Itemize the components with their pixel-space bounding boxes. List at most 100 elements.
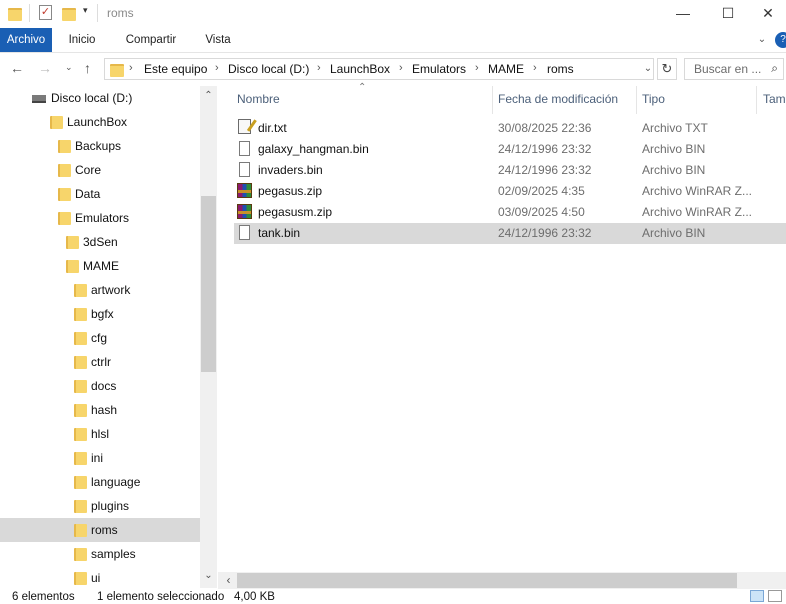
search-input[interactable]: Buscar en ... ⌕ [684,58,784,80]
nav-item-label: ctrlr [91,355,111,369]
file-name: pegasus.zip [258,184,323,198]
maximize-button[interactable]: ☐ [705,3,751,25]
breadcrumb-emulators[interactable]: Emulators [412,62,466,76]
help-icon[interactable]: ? [775,32,786,48]
minimize-button[interactable]: — [660,3,706,25]
breadcrumb-mame[interactable]: MAME [488,62,524,76]
nav-scrollbar-thumb[interactable] [201,196,216,372]
scroll-left-icon[interactable]: ‹ [220,573,237,587]
item-count: 6 elementos [12,591,75,603]
nav-item-samples[interactable]: samples [0,542,200,566]
folder-icon [110,64,124,77]
breadcrumb-roms[interactable]: roms [547,62,574,76]
breadcrumb-disco-local[interactable]: Disco local (D:) [228,62,309,76]
file-type: Archivo BIN [642,226,706,240]
folder-icon [58,164,71,177]
nav-item-bgfx[interactable]: bgfx [0,302,200,326]
nav-item-disco-local-d[interactable]: Disco local (D:) [0,86,200,110]
nav-item-label: plugins [91,499,130,513]
column-header-type[interactable]: Tipo [642,92,665,106]
file-date: 24/12/1996 23:32 [498,226,592,240]
sort-arrow-icon: ⌃ [358,82,367,93]
column-divider[interactable] [756,86,757,114]
folder-icon [58,188,71,201]
nav-item-hlsl[interactable]: hlsl [0,422,200,446]
column-header-date[interactable]: Fecha de modificación [498,92,618,106]
quick-access-dropdown-icon[interactable]: ▾ [83,5,88,16]
file-name: pegasusm.zip [258,205,333,219]
chevron-right-icon[interactable]: › [399,62,403,74]
expand-ribbon-icon[interactable]: ⌄ [754,28,770,52]
file-row[interactable]: invaders.bin 24/12/1996 23:32 Archivo BIN [234,160,786,181]
title-bar: ✓ ▾ roms — ☐ ✕ [0,0,786,28]
search-icon[interactable]: ⌕ [771,61,778,76]
close-button[interactable]: ✕ [750,3,786,25]
column-divider[interactable] [636,86,637,114]
nav-item-label: bgfx [91,307,114,321]
breadcrumb-este-equipo[interactable]: Este equipo [144,62,207,76]
chevron-right-icon[interactable]: › [533,62,537,74]
nav-item-artwork[interactable]: artwork [0,278,200,302]
folder-icon [74,524,87,537]
folder-icon [74,356,87,369]
file-row[interactable]: pegasus.zip 02/09/2025 4:35 Archivo WinRAR… [234,181,786,202]
nav-item-3dsen[interactable]: 3dSen [0,230,200,254]
scroll-down-icon[interactable]: ⌄ [200,570,217,581]
nav-item-label: Emulators [75,211,130,225]
nav-item-launchbox[interactable]: LaunchBox [0,110,200,134]
refresh-icon[interactable]: ↻ [657,58,677,80]
file-row[interactable]: galaxy_hangman.bin 24/12/1996 23:32 Archiv… [234,139,786,160]
chevron-right-icon[interactable]: › [317,62,321,74]
nav-item-plugins[interactable]: plugins [0,494,200,518]
folder-icon [74,380,87,393]
horizontal-scrollbar-thumb[interactable] [237,573,737,588]
file-type: Archivo TXT [642,121,708,135]
file-date: 03/09/2025 4:50 [498,205,585,219]
nav-item-label: 3dSen [83,235,118,249]
nav-item-docs[interactable]: docs [0,374,200,398]
file-row[interactable]: pegasusm.zip 03/09/2025 4:50 Archivo WinRA… [234,202,786,223]
up-icon[interactable]: ↑ [84,60,91,76]
nav-item-core[interactable]: Core [0,158,200,182]
nav-item-ui[interactable]: ui [0,566,200,588]
breadcrumb-launchbox[interactable]: LaunchBox [330,62,390,76]
address-bar[interactable]: › Este equipo › Disco local (D:) › Launc… [104,58,654,80]
nav-item-backups[interactable]: Backups [0,134,200,158]
nav-item-mame[interactable]: MAME [0,254,200,278]
address-dropdown-icon[interactable]: ⌄ [640,58,656,80]
nav-item-ctrlr[interactable]: ctrlr [0,350,200,374]
column-divider[interactable] [492,86,493,114]
nav-item-roms[interactable]: roms [0,518,200,542]
back-icon[interactable]: ← [10,60,24,76]
tab-compartir[interactable]: Compartir [116,28,186,52]
tab-vista[interactable]: Vista [196,28,240,52]
file-type: Archivo WinRAR Z... [642,184,753,198]
tab-archivo[interactable]: Archivo [0,28,52,52]
nav-item-data[interactable]: Data [0,182,200,206]
properties-icon[interactable]: ✓ [39,5,52,20]
nav-item-emulators[interactable]: Emulators [0,206,200,230]
new-folder-icon[interactable] [62,8,76,21]
folder-icon [74,404,87,417]
column-header-size[interactable]: Tama [763,92,786,106]
scroll-up-icon[interactable]: ⌃ [200,90,217,101]
nav-item-ini[interactable]: ini [0,446,200,470]
chevron-right-icon[interactable]: › [129,62,133,74]
column-header-name[interactable]: Nombre [237,92,280,106]
nav-item-hash[interactable]: hash [0,398,200,422]
file-icon [239,162,250,177]
recent-locations-icon[interactable]: ⌄ [65,62,73,73]
forward-icon[interactable]: → [38,60,52,76]
details-view-icon[interactable] [750,590,764,602]
nav-item-cfg[interactable]: cfg [0,326,200,350]
nav-item-label: ui [91,571,101,585]
nav-item-language[interactable]: language [0,470,200,494]
tab-inicio[interactable]: Inicio [58,28,106,52]
chevron-right-icon[interactable]: › [215,62,219,74]
file-row[interactable]: tank.bin 24/12/1996 23:32 Archivo BIN [234,223,786,244]
chevron-right-icon[interactable]: › [475,62,479,74]
nav-item-label: language [91,475,141,489]
file-row[interactable]: dir.txt 30/08/2025 22:36 Archivo TXT [234,118,786,139]
folder-icon [58,212,71,225]
large-icons-view-icon[interactable] [768,590,782,602]
